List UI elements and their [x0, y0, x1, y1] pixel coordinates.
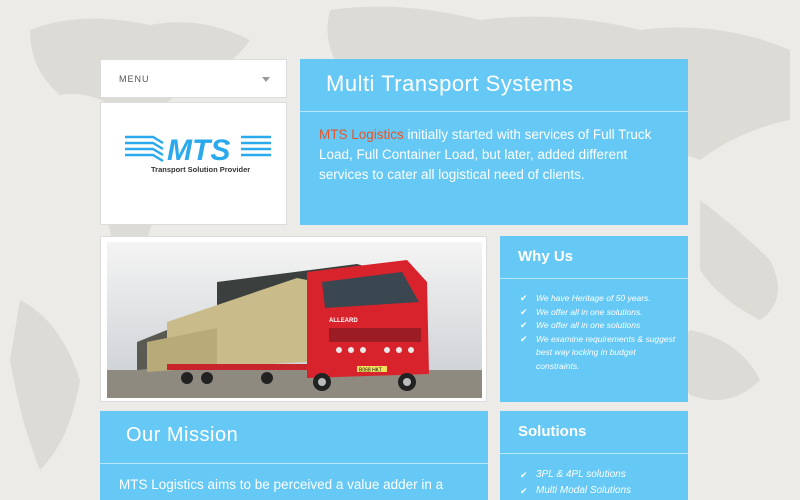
mission-panel: Our Mission MTS Logistics aims to be per… — [100, 411, 488, 500]
intro-text: MTS Logistics initially started with ser… — [319, 125, 674, 185]
menu-dropdown[interactable]: MENU — [100, 59, 287, 98]
cab-text: ALLEARD — [329, 318, 358, 324]
logo-tagline: Transport Solution Provider — [151, 165, 251, 174]
list-item: ✔ We offer all in one solutions — [520, 319, 680, 333]
divider — [500, 278, 688, 279]
list-item: ✔ We offer all in one solutions. — [520, 306, 680, 320]
check-icon: ✔ — [520, 333, 528, 344]
check-icon: ✔ — [520, 486, 528, 496]
divider — [500, 453, 688, 454]
list-item: ✔ We have Heritage of 50 years. — [520, 292, 680, 306]
why-us-panel: Why Us ✔ We have Heritage of 50 years. ✔ W… — [500, 236, 688, 402]
truck-photo: B068 HKT ALLEARD — [107, 242, 482, 398]
list-item[interactable]: ✔ 3PL & 4PL solutions — [520, 467, 680, 483]
check-icon: ✔ — [520, 306, 528, 317]
brand-link[interactable]: MTS Logistics — [319, 127, 404, 142]
solutions-title: Solutions — [518, 423, 587, 440]
divider — [300, 111, 688, 112]
why-us-title: Why Us — [518, 248, 574, 265]
solutions-list: ✔ 3PL & 4PL solutions ✔ Multi Modal Soluti… — [520, 467, 680, 499]
solutions-panel: Solutions ✔ 3PL & 4PL solutions ✔ Multi Mo… — [500, 411, 688, 500]
list-item[interactable]: ✔ Multi Modal Solutions — [520, 483, 680, 499]
menu-label: MENU — [119, 74, 150, 84]
mission-title: Our Mission — [126, 424, 239, 446]
number-plate: B068 HKT — [359, 368, 382, 374]
mission-text: MTS Logistics aims to be perceived a val… — [119, 477, 444, 492]
check-icon: ✔ — [520, 470, 528, 480]
list-item: ✔ We examine requirements & suggest best … — [520, 333, 676, 371]
truck-photo-panel: B068 HKT ALLEARD — [100, 236, 487, 402]
page-title: Multi Transport Systems — [326, 71, 574, 96]
check-icon: ✔ — [520, 320, 528, 330]
check-icon: ✔ — [520, 293, 528, 303]
hero-panel: Multi Transport Systems MTS Logistics in… — [300, 59, 688, 225]
chevron-down-icon[interactable] — [262, 77, 270, 82]
divider — [100, 463, 488, 464]
logo-wordmark: MTS — [167, 134, 230, 165]
why-us-list: ✔ We have Heritage of 50 years. ✔ We offer… — [520, 292, 680, 373]
mts-logo: MTS — [125, 134, 271, 165]
logo-panel[interactable]: MTS Transport Solution Provider — [100, 102, 287, 225]
